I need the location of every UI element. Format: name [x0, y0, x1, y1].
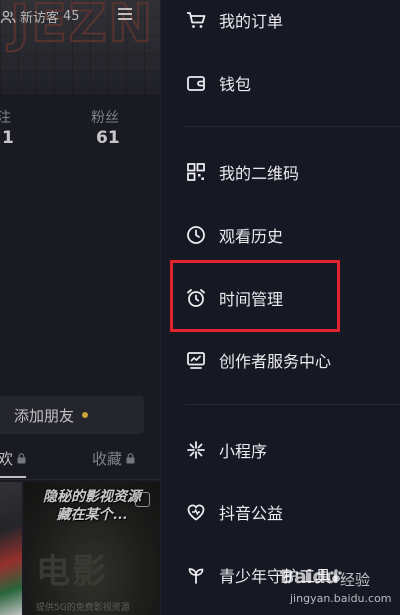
- menu-item-watch-history[interactable]: 观看历史: [161, 215, 400, 255]
- menu-item-my-qr-code[interactable]: 我的二维码: [161, 152, 400, 192]
- menu-item-charity[interactable]: 抖音公益: [161, 492, 400, 532]
- multi-image-icon: [135, 492, 150, 507]
- video-big-text: 电影: [36, 552, 108, 592]
- video-title: 隐秘的影视资源 藏在某个...: [43, 489, 141, 523]
- menu-divider: [185, 126, 400, 127]
- creator-center-icon: [185, 349, 207, 371]
- profile-tabs: 欢 收藏: [0, 448, 160, 474]
- stat-following-value[interactable]: 1: [2, 128, 14, 148]
- clock-icon: [185, 224, 207, 246]
- add-friend-label: 添加朋友: [14, 406, 75, 425]
- sprout-icon: [185, 564, 207, 586]
- profile-panel-dimmed: JEZN 新访客 45 注 1 粉丝 61 添加朋友 欢 收藏 隐秘的影视资源 …: [0, 0, 160, 615]
- mini-program-icon: [185, 439, 207, 461]
- stat-followers-value[interactable]: 61: [96, 128, 120, 148]
- users-icon: [0, 10, 16, 23]
- menu-item-label: 我的二维码: [219, 164, 300, 183]
- add-friend-button[interactable]: 添加朋友: [0, 396, 144, 434]
- menu-item-label: 我的订单: [219, 12, 284, 31]
- visitor-label: 新访客: [20, 11, 60, 26]
- charity-heart-icon: [185, 501, 207, 523]
- menu-item-label: 钱包: [219, 75, 252, 94]
- hamburger-menu-icon[interactable]: [118, 7, 132, 21]
- profile-cover: JEZN 新访客 45: [0, 0, 160, 95]
- menu-item-my-orders[interactable]: 我的订单: [161, 0, 400, 40]
- menu-divider: [185, 404, 400, 405]
- watermark-suffix: 经验: [340, 571, 371, 589]
- lock-icon: [126, 453, 135, 464]
- video-caption: 提供5G的免费影视资源: [36, 603, 130, 613]
- visitor-count: 45: [63, 9, 80, 24]
- lock-icon: [17, 453, 26, 464]
- qr-code-icon: [185, 161, 207, 183]
- menu-item-label: 创作者服务中心: [219, 352, 332, 371]
- stat-followers-label: 粉丝: [91, 110, 119, 126]
- tab-favorites-label: 收藏: [92, 450, 123, 468]
- menu-item-label: 观看历史: [219, 227, 284, 246]
- cart-icon: [185, 9, 207, 31]
- menu-item-label: 抖音公益: [219, 504, 284, 523]
- menu-item-mini-programs[interactable]: 小程序: [161, 430, 400, 470]
- tab-likes-label: 欢: [0, 450, 14, 468]
- active-tab-indicator: [0, 476, 26, 478]
- baidu-jingyan-watermark: Baidu 经验 jingyan.baidu.com: [280, 566, 398, 612]
- menu-item-wallet[interactable]: 钱包: [161, 63, 400, 103]
- stat-following-label: 注: [0, 110, 11, 126]
- menu-item-creator-center[interactable]: 创作者服务中心: [161, 340, 400, 380]
- watermark-url: jingyan.baidu.com: [290, 592, 392, 605]
- video-thumbnail[interactable]: 隐秘的影视资源 藏在某个... 电影 提供5G的免费影视资源: [24, 482, 160, 615]
- wallet-icon: [185, 72, 207, 94]
- tab-favorites[interactable]: 收藏: [92, 448, 135, 469]
- new-visitors[interactable]: 新访客 45: [0, 7, 80, 26]
- video-thumbnail[interactable]: [0, 482, 22, 615]
- highlight-annotation-box: [170, 260, 340, 332]
- tab-likes[interactable]: 欢: [0, 448, 26, 469]
- menu-item-label: 小程序: [219, 442, 268, 461]
- notification-dot: [82, 412, 89, 418]
